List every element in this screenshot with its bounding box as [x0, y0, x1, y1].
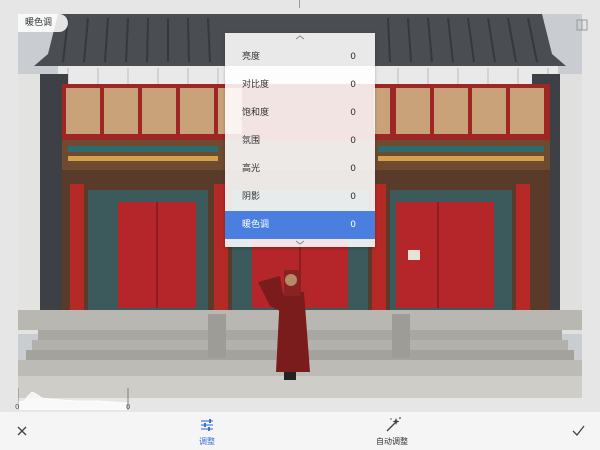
menu-item-highlights[interactable]: 高光 0	[225, 155, 375, 183]
check-icon	[572, 425, 585, 436]
menu-item-label: 亮度	[242, 52, 261, 62]
menu-item-label: 暖色调	[242, 220, 270, 230]
menu-item-value: 0	[350, 52, 356, 62]
menu-item-value: 0	[350, 192, 356, 202]
histogram-right-value: 0	[126, 403, 131, 411]
menu-item-saturation[interactable]: 饱和度 0	[225, 99, 375, 127]
menu-item-contrast[interactable]: 对比度 0	[225, 71, 375, 99]
editor-screen: 暖色调 亮度 0 对比度 0 饱和度 0 氛围 0 高光 0 阴影 0 暖色调 …	[0, 0, 600, 450]
apply-button[interactable]	[566, 412, 590, 450]
menu-item-value: 0	[350, 220, 356, 230]
top-indicator-tick	[299, 0, 300, 8]
cancel-button[interactable]	[10, 412, 34, 450]
menu-item-label: 氛围	[242, 136, 261, 146]
menu-item-value: 0	[350, 136, 356, 146]
adjust-tool-label: 调整	[199, 437, 215, 446]
auto-adjust-button[interactable]: 自动调整	[362, 412, 422, 450]
close-icon	[17, 426, 27, 436]
chevron-up-icon[interactable]	[295, 35, 305, 40]
menu-item-value: 0	[350, 80, 356, 90]
menu-item-ambiance[interactable]: 氛围 0	[225, 127, 375, 155]
filter-name-badge: 暖色调	[18, 14, 68, 32]
menu-item-shadows[interactable]: 阴影 0	[225, 183, 375, 211]
menu-item-brightness[interactable]: 亮度 0	[225, 43, 375, 71]
histogram	[18, 388, 130, 410]
magic-wand-icon	[386, 417, 401, 432]
sliders-icon	[201, 419, 213, 431]
adjust-menu: 亮度 0 对比度 0 饱和度 0 氛围 0 高光 0 阴影 0 暖色调 0	[225, 33, 375, 247]
bottom-toolbar: 调整 自动调整	[0, 412, 600, 450]
compare-icon[interactable]	[576, 16, 588, 31]
menu-item-label: 对比度	[242, 80, 270, 90]
menu-item-label: 饱和度	[242, 108, 270, 118]
menu-item-label: 阴影	[242, 192, 261, 202]
adjust-tool-button[interactable]: 调整	[177, 412, 237, 450]
menu-item-value: 0	[350, 108, 356, 118]
menu-item-warmth[interactable]: 暖色调 0	[225, 211, 375, 239]
chevron-down-icon[interactable]	[295, 240, 305, 245]
menu-item-label: 高光	[242, 164, 261, 174]
menu-item-value: 0	[350, 164, 356, 174]
histogram-left-value: 0	[15, 403, 20, 411]
auto-adjust-label: 自动调整	[376, 437, 408, 446]
